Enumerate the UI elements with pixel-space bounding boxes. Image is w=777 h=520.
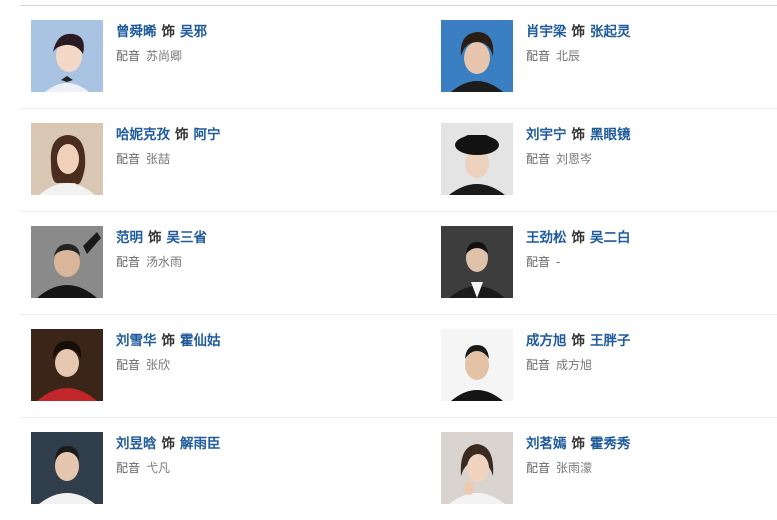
voice-label: 配音 xyxy=(116,255,141,269)
cast-title: 刘雪华饰霍仙姑 xyxy=(116,332,221,350)
cast-title: 哈妮克孜饰阿宁 xyxy=(116,126,221,144)
cast-row: 哈妮克孜饰阿宁 配音 张喆 刘宇宁饰黑眼镜 配音 刘恩岑 xyxy=(20,109,777,212)
voice-actor-name: 汤水雨 xyxy=(146,255,183,269)
voice-actor-line: 配音 刘恩岑 xyxy=(526,151,592,167)
cast-title: 刘昱晗饰解雨臣 xyxy=(116,435,221,453)
role-name-link[interactable]: 黑眼镜 xyxy=(590,127,631,143)
role-name-link[interactable]: 阿宁 xyxy=(194,127,221,143)
actor-photo[interactable] xyxy=(31,432,103,504)
actor-photo[interactable] xyxy=(441,20,513,92)
cast-row: 刘雪华饰霍仙姑 配音 张欣 成方旭饰王胖子 配音 成方旭 xyxy=(20,315,777,418)
as-label: 饰 xyxy=(571,436,586,452)
actor-photo[interactable] xyxy=(31,226,103,298)
cast-card: 刘雪华饰霍仙姑 配音 张欣 xyxy=(31,329,361,403)
actor-photo[interactable] xyxy=(31,20,103,92)
voice-label: 配音 xyxy=(116,358,141,372)
cast-card: 王劲松饰吴二白 配音 - xyxy=(441,226,771,300)
actor-name-link[interactable]: 刘宇宁 xyxy=(526,127,567,143)
role-name-link[interactable]: 张起灵 xyxy=(590,24,631,40)
actor-name-link[interactable]: 王劲松 xyxy=(526,230,567,246)
cast-card: 曾舜晞饰吴邪 配音 苏尚卿 xyxy=(31,20,361,94)
cast-row: 刘昱晗饰解雨臣 配音 弋凡 刘茗嫣饰霍秀秀 配音 张雨濛 xyxy=(20,418,777,520)
as-label: 饰 xyxy=(571,127,586,143)
voice-actor-name: 张欣 xyxy=(146,358,171,372)
voice-label: 配音 xyxy=(526,49,551,63)
actor-name-link[interactable]: 肖宇梁 xyxy=(526,24,567,40)
voice-actor-name: 张雨濛 xyxy=(556,461,593,475)
voice-label: 配音 xyxy=(116,152,141,166)
voice-actor-name: 弋凡 xyxy=(146,461,171,475)
actor-photo[interactable] xyxy=(441,226,513,298)
voice-actor-name: 刘恩岑 xyxy=(556,152,593,166)
actor-name-link[interactable]: 范明 xyxy=(116,230,143,246)
voice-label: 配音 xyxy=(526,358,551,372)
actor-photo[interactable] xyxy=(31,329,103,401)
voice-actor-line: 配音 北辰 xyxy=(526,48,580,64)
cast-title: 刘茗嫣饰霍秀秀 xyxy=(526,435,631,453)
cast-title: 刘宇宁饰黑眼镜 xyxy=(526,126,631,144)
role-name-link[interactable]: 吴邪 xyxy=(180,24,207,40)
cast-list: 曾舜晞饰吴邪 配音 苏尚卿 肖宇梁饰张起灵 配音 北辰 哈妮克孜饰阿宁 配音 张… xyxy=(20,6,777,520)
voice-actor-name: 北辰 xyxy=(556,49,581,63)
voice-actor-name: 苏尚卿 xyxy=(146,49,183,63)
role-name-link[interactable]: 霍秀秀 xyxy=(590,436,631,452)
cast-card: 刘宇宁饰黑眼镜 配音 刘恩岑 xyxy=(441,123,771,197)
voice-actor-line: 配音 苏尚卿 xyxy=(116,48,182,64)
cast-row: 范明饰吴三省 配音 汤水雨 王劲松饰吴二白 配音 - xyxy=(20,212,777,315)
actor-photo[interactable] xyxy=(441,432,513,504)
actor-photo[interactable] xyxy=(441,329,513,401)
cast-title: 肖宇梁饰张起灵 xyxy=(526,23,631,41)
cast-row: 曾舜晞饰吴邪 配音 苏尚卿 肖宇梁饰张起灵 配音 北辰 xyxy=(20,6,777,109)
actor-name-link[interactable]: 哈妮克孜 xyxy=(116,127,170,143)
as-label: 饰 xyxy=(161,24,176,40)
as-label: 饰 xyxy=(161,333,176,349)
voice-actor-line: 配音 汤水雨 xyxy=(116,254,182,270)
voice-label: 配音 xyxy=(526,255,551,269)
cast-card: 刘茗嫣饰霍秀秀 配音 张雨濛 xyxy=(441,432,771,506)
voice-actor-name: 成方旭 xyxy=(556,358,593,372)
cast-title: 范明饰吴三省 xyxy=(116,229,207,247)
voice-actor-line: 配音 张雨濛 xyxy=(526,460,592,476)
actor-photo[interactable] xyxy=(31,123,103,195)
actor-name-link[interactable]: 刘昱晗 xyxy=(116,436,157,452)
as-label: 饰 xyxy=(571,24,586,40)
cast-card: 成方旭饰王胖子 配音 成方旭 xyxy=(441,329,771,403)
cast-card: 肖宇梁饰张起灵 配音 北辰 xyxy=(441,20,771,94)
voice-label: 配音 xyxy=(526,461,551,475)
voice-label: 配音 xyxy=(116,461,141,475)
actor-name-link[interactable]: 成方旭 xyxy=(526,333,567,349)
voice-actor-line: 配音 张欣 xyxy=(116,357,170,373)
voice-actor-line: 配音 弋凡 xyxy=(116,460,170,476)
cast-title: 曾舜晞饰吴邪 xyxy=(116,23,207,41)
voice-actor-name: - xyxy=(556,255,561,269)
as-label: 饰 xyxy=(571,333,586,349)
actor-name-link[interactable]: 曾舜晞 xyxy=(116,24,157,40)
as-label: 饰 xyxy=(571,230,586,246)
actor-name-link[interactable]: 刘茗嫣 xyxy=(526,436,567,452)
as-label: 饰 xyxy=(175,127,189,143)
actor-name-link[interactable]: 刘雪华 xyxy=(116,333,157,349)
voice-actor-name: 张喆 xyxy=(146,152,171,166)
role-name-link[interactable]: 吴二白 xyxy=(590,230,631,246)
voice-label: 配音 xyxy=(116,49,141,63)
cast-title: 王劲松饰吴二白 xyxy=(526,229,631,247)
cast-card: 刘昱晗饰解雨臣 配音 弋凡 xyxy=(31,432,361,506)
as-label: 饰 xyxy=(161,436,176,452)
voice-actor-line: 配音 - xyxy=(526,254,560,270)
cast-title: 成方旭饰王胖子 xyxy=(526,332,631,350)
actor-photo[interactable] xyxy=(441,123,513,195)
role-name-link[interactable]: 王胖子 xyxy=(590,333,631,349)
voice-actor-line: 配音 成方旭 xyxy=(526,357,592,373)
cast-card: 哈妮克孜饰阿宁 配音 张喆 xyxy=(31,123,361,197)
role-name-link[interactable]: 解雨臣 xyxy=(180,436,221,452)
voice-label: 配音 xyxy=(526,152,551,166)
role-name-link[interactable]: 霍仙姑 xyxy=(180,333,221,349)
voice-actor-line: 配音 张喆 xyxy=(116,151,170,167)
role-name-link[interactable]: 吴三省 xyxy=(167,230,208,246)
cast-card: 范明饰吴三省 配音 汤水雨 xyxy=(31,226,361,300)
as-label: 饰 xyxy=(148,230,162,246)
